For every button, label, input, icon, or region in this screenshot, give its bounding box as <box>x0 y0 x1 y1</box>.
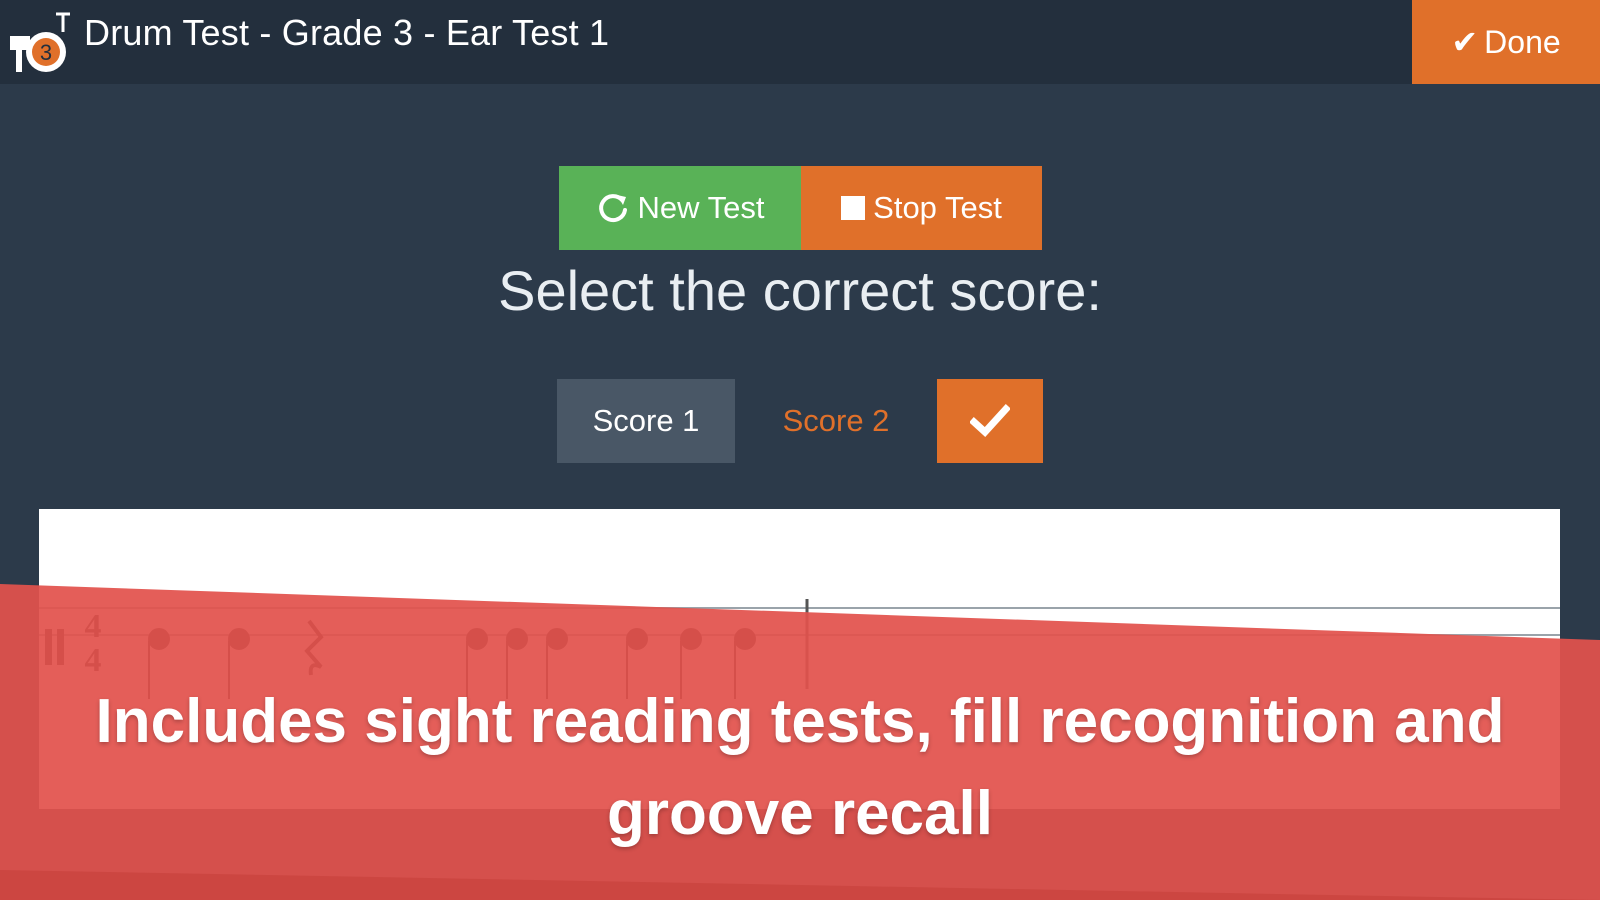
drum-kit-icon: 3 <box>10 12 70 72</box>
check-icon: ✔ <box>1451 24 1479 60</box>
stop-test-label: Stop Test <box>873 190 1002 225</box>
note-head <box>626 628 648 650</box>
refresh-icon <box>596 191 630 225</box>
note-head <box>148 628 170 650</box>
note-head <box>466 628 488 650</box>
note-head <box>228 628 250 650</box>
confirm-button[interactable] <box>937 379 1043 463</box>
header-bar: 3 Drum Test - Grade 3 - Ear Test 1 ✔ Don… <box>0 0 1600 84</box>
score-2-option[interactable]: Score 2 <box>735 379 937 463</box>
test-controls: New Test Stop Test <box>559 166 1042 250</box>
stop-test-button[interactable]: Stop Test <box>801 166 1042 250</box>
promo-banner-text: Includes sight reading tests, fill recog… <box>95 687 1505 848</box>
app-screen: 3 Drum Test - Grade 3 - Ear Test 1 ✔ Don… <box>0 0 1600 900</box>
done-label: Done <box>1484 23 1561 60</box>
check-icon <box>970 404 1010 437</box>
new-test-button[interactable]: New Test <box>559 166 801 250</box>
time-signature-bottom: 4 <box>85 642 102 679</box>
score-1-option[interactable]: Score 1 <box>557 379 735 463</box>
done-button[interactable]: ✔ Done <box>1412 0 1600 84</box>
note-head <box>734 628 756 650</box>
note-head <box>546 628 568 650</box>
time-signature-top: 4 <box>85 608 102 645</box>
rest-symbol <box>304 619 324 676</box>
logo-badge-number: 3 <box>40 40 52 65</box>
new-test-label: New Test <box>637 190 765 225</box>
stop-square-icon <box>841 196 866 220</box>
select-score-prompt: Select the correct score: <box>498 259 1102 322</box>
note-head <box>680 628 702 650</box>
score-selector: Score 1 Score 2 <box>557 379 1043 463</box>
app-title: Drum Test - Grade 3 - Ear Test 1 <box>84 12 610 53</box>
note-head <box>506 628 528 650</box>
